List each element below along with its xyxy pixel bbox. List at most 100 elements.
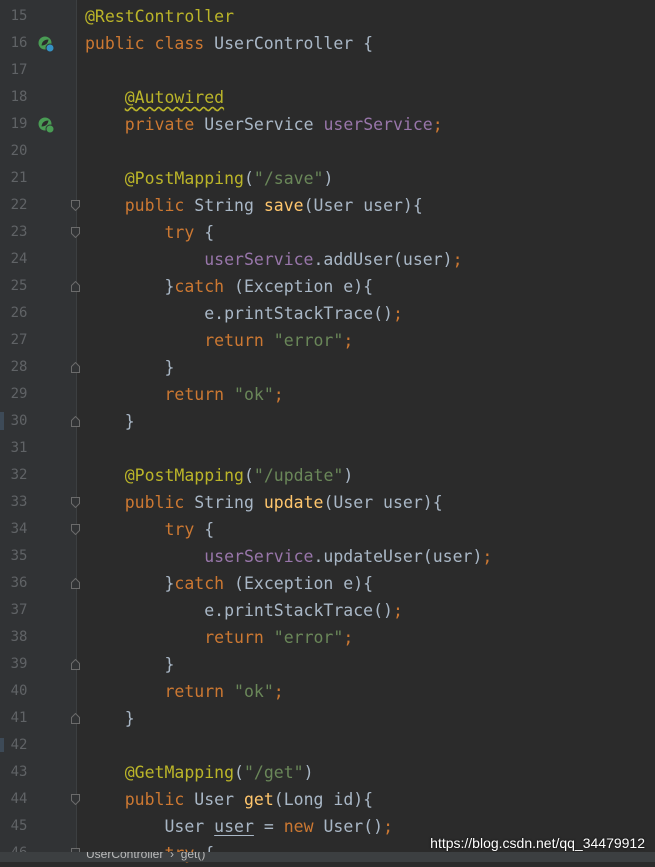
code-line[interactable]: 22 public String save(User user){ bbox=[0, 192, 655, 219]
code-line[interactable]: 25 }catch (Exception e){ bbox=[0, 273, 655, 300]
code-line[interactable]: 26 e.printStackTrace(); bbox=[0, 300, 655, 327]
code-line[interactable]: 33 public String update(User user){ bbox=[0, 489, 655, 516]
code-text[interactable]: return "error"; bbox=[85, 327, 353, 354]
code-text[interactable]: } bbox=[85, 408, 135, 435]
code-line[interactable]: 32 @PostMapping("/update") bbox=[0, 462, 655, 489]
code-line[interactable]: 39 } bbox=[0, 651, 655, 678]
autowired-navigate-icon[interactable] bbox=[37, 116, 55, 134]
code-line[interactable]: 34 try { bbox=[0, 516, 655, 543]
code-line[interactable]: 38 return "error"; bbox=[0, 624, 655, 651]
code-line[interactable]: 31 bbox=[0, 435, 655, 462]
code-token: e.printStackTrace() bbox=[204, 601, 393, 620]
code-line[interactable]: 37 e.printStackTrace(); bbox=[0, 597, 655, 624]
fold-end-icon[interactable] bbox=[71, 281, 80, 292]
breadcrumb-method[interactable]: get() bbox=[181, 852, 206, 861]
code-text[interactable]: public String save(User user){ bbox=[85, 192, 423, 219]
code-token: return bbox=[164, 385, 235, 404]
code-text[interactable]: }catch (Exception e){ bbox=[85, 273, 373, 300]
code-text[interactable]: @PostMapping("/update") bbox=[85, 462, 354, 489]
code-token: (User user){ bbox=[323, 493, 443, 512]
code-line[interactable]: 18 @Autowired bbox=[0, 84, 655, 111]
code-line[interactable]: 35 userService.updateUser(user); bbox=[0, 543, 655, 570]
code-token: = bbox=[253, 817, 284, 836]
code-line[interactable]: 24 userService.addUser(user); bbox=[0, 246, 655, 273]
breadcrumb-class[interactable]: UserController bbox=[86, 852, 163, 861]
code-text[interactable]: @GetMapping("/get") bbox=[85, 759, 314, 786]
code-line[interactable]: 17 bbox=[0, 57, 655, 84]
code-line[interactable]: 23 try { bbox=[0, 219, 655, 246]
code-line[interactable]: 16 public class UserController { bbox=[0, 30, 655, 57]
code-token: } bbox=[164, 358, 175, 377]
code-token: public bbox=[124, 493, 195, 512]
code-line[interactable]: 29 return "ok"; bbox=[0, 381, 655, 408]
code-line[interactable]: 42 bbox=[0, 732, 655, 759]
code-line[interactable]: 20 bbox=[0, 138, 655, 165]
line-number: 27 bbox=[10, 332, 28, 348]
line-number: 20 bbox=[10, 143, 28, 159]
code-token: ( bbox=[243, 169, 254, 188]
fold-start-icon[interactable] bbox=[71, 497, 80, 508]
code-token: (Long id){ bbox=[273, 790, 374, 809]
code-text[interactable]: } bbox=[85, 651, 174, 678]
code-text[interactable]: } bbox=[85, 705, 135, 732]
code-text[interactable]: User user = new User(); bbox=[85, 813, 393, 840]
code-token: ; bbox=[452, 250, 463, 269]
fold-start-icon[interactable] bbox=[71, 227, 80, 238]
code-text[interactable]: }catch (Exception e){ bbox=[85, 570, 373, 597]
code-text[interactable]: userService.updateUser(user); bbox=[85, 543, 492, 570]
code-token: return bbox=[204, 331, 274, 350]
fold-end-icon[interactable] bbox=[71, 659, 80, 670]
fold-end-icon[interactable] bbox=[71, 416, 80, 427]
line-number: 15 bbox=[10, 8, 28, 24]
code-text[interactable]: return "error"; bbox=[85, 624, 353, 651]
code-text[interactable]: } bbox=[85, 354, 174, 381]
code-text[interactable]: public class UserController { bbox=[85, 30, 373, 57]
code-token: ; bbox=[343, 331, 354, 350]
code-text[interactable]: userService.addUser(user); bbox=[85, 246, 463, 273]
line-number: 38 bbox=[10, 629, 28, 645]
code-text[interactable]: @PostMapping("/save") bbox=[85, 165, 334, 192]
code-line[interactable]: 36 }catch (Exception e){ bbox=[0, 570, 655, 597]
code-text[interactable]: e.printStackTrace(); bbox=[85, 300, 403, 327]
code-token: ( bbox=[234, 763, 244, 782]
fold-end-icon[interactable] bbox=[71, 578, 80, 589]
spring-bean-icon[interactable] bbox=[37, 35, 55, 53]
code-text[interactable]: private UserService userService; bbox=[85, 111, 443, 138]
code-line[interactable]: 44 public User get(Long id){ bbox=[0, 786, 655, 813]
code-line[interactable]: 27 return "error"; bbox=[0, 327, 655, 354]
fold-start-icon[interactable] bbox=[71, 794, 80, 805]
code-text[interactable]: e.printStackTrace(); bbox=[85, 597, 403, 624]
code-line[interactable]: 40 return "ok"; bbox=[0, 678, 655, 705]
code-line[interactable]: 15 @RestController bbox=[0, 3, 655, 30]
code-text[interactable]: try { bbox=[85, 219, 214, 246]
code-token: userService bbox=[204, 547, 314, 566]
code-text[interactable]: @Autowired bbox=[85, 84, 224, 111]
code-token: ; bbox=[273, 682, 284, 701]
code-line[interactable]: 21 @PostMapping("/save") bbox=[0, 165, 655, 192]
line-number: 41 bbox=[10, 710, 28, 726]
code-text[interactable]: public String update(User user){ bbox=[85, 489, 443, 516]
code-text[interactable]: try { bbox=[85, 516, 214, 543]
code-text[interactable]: @RestController bbox=[85, 3, 234, 30]
line-number: 33 bbox=[10, 494, 28, 510]
code-line[interactable]: 30 } bbox=[0, 408, 655, 435]
code-token: public class bbox=[85, 34, 215, 53]
fold-start-icon[interactable] bbox=[71, 524, 80, 535]
code-token: "error" bbox=[273, 331, 344, 350]
code-text[interactable]: public User get(Long id){ bbox=[85, 786, 373, 813]
fold-start-icon[interactable] bbox=[71, 200, 80, 211]
code-text[interactable]: return "ok"; bbox=[85, 381, 283, 408]
code-line[interactable]: 41 } bbox=[0, 705, 655, 732]
code-line[interactable]: 19 private UserService userService; bbox=[0, 111, 655, 138]
code-token: @Autowired bbox=[124, 88, 225, 107]
code-line[interactable]: 28 } bbox=[0, 354, 655, 381]
code-line[interactable]: 43 @GetMapping("/get") bbox=[0, 759, 655, 786]
code-text[interactable]: return "ok"; bbox=[85, 678, 284, 705]
code-token: try bbox=[164, 520, 205, 539]
fold-end-icon[interactable] bbox=[71, 362, 80, 373]
fold-end-icon[interactable] bbox=[71, 713, 80, 724]
code-token: .updateUser(user) bbox=[313, 547, 483, 566]
